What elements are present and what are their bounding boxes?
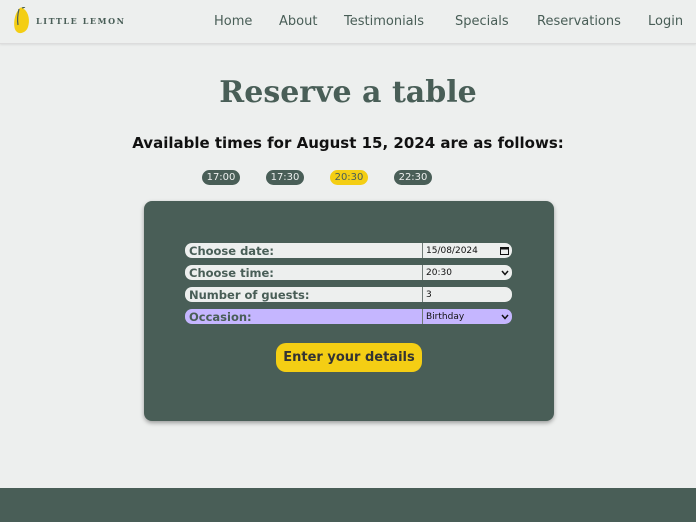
nav-home[interactable]: Home — [214, 13, 252, 31]
time-slot-17-00[interactable]: 17:00 — [202, 170, 240, 185]
main-nav: Home About Testimonials Specials Reserva… — [0, 13, 696, 31]
guests-value: 3 — [426, 289, 432, 300]
date-value: 15/08/2024 — [426, 245, 478, 256]
guests-label: Number of guests: — [189, 287, 310, 302]
submit-button[interactable]: Enter your details — [276, 343, 422, 372]
page-title: Reserve a table — [219, 75, 477, 110]
available-times-heading: Available times for August 15, 2024 are … — [132, 134, 564, 152]
guests-row: Number of guests: 3 — [185, 287, 512, 302]
occasion-select[interactable]: Birthday — [422, 309, 512, 324]
reservation-form: Choose date: 15/08/2024 Choose time: 20:… — [144, 201, 554, 421]
site-header: LITTLE LEMON Home About Testimonials Spe… — [0, 0, 696, 44]
occasion-label: Occasion: — [189, 309, 252, 324]
site-footer — [0, 488, 696, 522]
time-label: Choose time: — [189, 265, 274, 280]
time-select[interactable]: 20:30 — [422, 265, 512, 280]
date-row: Choose date: 15/08/2024 — [185, 243, 512, 258]
nav-login[interactable]: Login — [648, 13, 683, 31]
nav-testimonials[interactable]: Testimonials — [344, 13, 424, 31]
occasion-row: Occasion: Birthday — [185, 309, 512, 324]
time-slot-17-30[interactable]: 17:30 — [266, 170, 304, 185]
time-value: 20:30 — [426, 267, 452, 278]
nav-specials[interactable]: Specials — [455, 13, 509, 31]
time-row: Choose time: 20:30 — [185, 265, 512, 280]
chevron-down-icon — [501, 270, 509, 276]
calendar-icon[interactable] — [500, 246, 509, 255]
chevron-down-icon — [501, 314, 509, 320]
occasion-value: Birthday — [426, 311, 465, 322]
time-slot-20-30[interactable]: 20:30 — [330, 170, 368, 185]
nav-about[interactable]: About — [279, 13, 317, 31]
nav-reservations[interactable]: Reservations — [537, 13, 621, 31]
date-label: Choose date: — [189, 243, 274, 258]
time-slot-22-30[interactable]: 22:30 — [394, 170, 432, 185]
guests-input[interactable]: 3 — [422, 287, 512, 302]
date-input[interactable]: 15/08/2024 — [422, 243, 512, 258]
